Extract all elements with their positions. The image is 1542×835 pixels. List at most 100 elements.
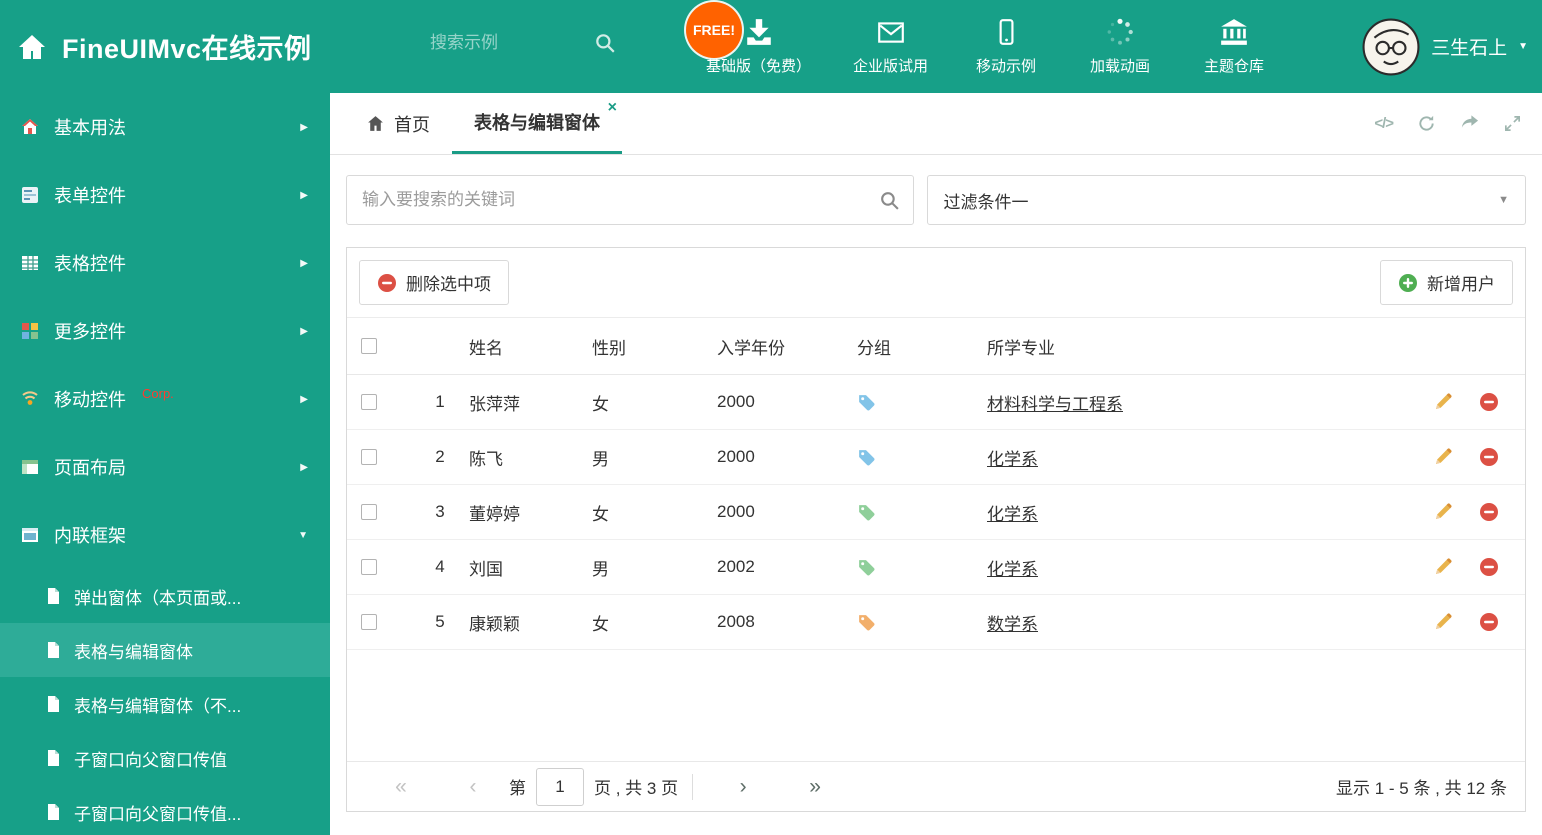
table-row: 3 董婷婷 女 2000 化学系 [347, 485, 1525, 540]
corp-badge: Corp. [142, 385, 174, 401]
major-link[interactable]: 化学系 [987, 450, 1038, 469]
sidebar-subitem-label: 弹出窗体（本页面或... [74, 588, 242, 608]
cell-year: 2002 [717, 557, 755, 576]
sidebar-item-page-layout[interactable]: 页面布局 ▶ [0, 433, 330, 501]
delete-row-icon[interactable] [1479, 447, 1499, 467]
major-link[interactable]: 化学系 [987, 560, 1038, 579]
delete-row-icon[interactable] [1479, 612, 1499, 632]
select-all-checkbox[interactable] [361, 338, 377, 354]
row-checkbox[interactable] [361, 614, 377, 630]
edit-pencil-icon[interactable] [1433, 557, 1453, 577]
chevron-right-icon: ▶ [300, 325, 308, 337]
tab-label: 首页 [394, 114, 430, 135]
sidebar-subitem-popup-window[interactable]: 弹出窗体（本页面或... [0, 569, 330, 623]
delete-row-icon[interactable] [1479, 392, 1499, 412]
home-icon [366, 114, 385, 133]
chevron-right-icon: ▶ [300, 461, 308, 473]
major-link[interactable]: 化学系 [987, 505, 1038, 524]
nav-item-theme-repo[interactable]: 主题仓库 [1198, 17, 1270, 76]
tab-home[interactable]: 首页 [344, 93, 452, 154]
cell-name: 董婷婷 [469, 504, 520, 524]
nav-label: 主题仓库 [1204, 58, 1265, 75]
first-page-button[interactable]: « [365, 775, 437, 799]
table-row: 5 康颖颖 女 2008 数学系 [347, 595, 1525, 650]
major-link[interactable]: 材料科学与工程系 [987, 395, 1123, 414]
sidebar-item-label: 表单控件 [54, 186, 126, 206]
row-checkbox[interactable] [361, 394, 377, 410]
cell-name: 张萍萍 [469, 394, 520, 414]
sidebar-item-inline-frame[interactable]: 内联框架 ▼ [0, 501, 330, 569]
add-user-button[interactable]: 新增用户 [1380, 260, 1513, 305]
grid-panel: 删除选中项 新增用户 姓名 性别 入学年份 分组 所学专业 1 张萍萍 女 20… [346, 247, 1526, 812]
row-index: 5 [435, 612, 445, 631]
user-menu[interactable]: 三生石上 ▼ [1362, 0, 1528, 93]
delete-selected-button[interactable]: 删除选中项 [359, 260, 509, 305]
refresh-icon[interactable] [1417, 114, 1436, 133]
tab-grid-edit-window[interactable]: 表格与编辑窗体 × [452, 93, 622, 154]
table-empty-space [347, 650, 1525, 761]
chevron-right-icon: ▶ [300, 189, 308, 201]
edit-pencil-icon[interactable] [1433, 392, 1453, 412]
brand[interactable]: FineUIMvc在线示例 [16, 0, 312, 93]
cell-name: 陈飞 [469, 449, 503, 469]
edit-pencil-icon[interactable] [1433, 502, 1453, 522]
row-index: 1 [435, 392, 445, 411]
sidebar-subitem-grid-edit-window-2[interactable]: 表格与编辑窗体（不... [0, 677, 330, 731]
sidebar-item-form-controls[interactable]: 表单控件 ▶ [0, 161, 330, 229]
nav-item-loading-animation[interactable]: 加载动画 [1084, 17, 1156, 76]
page-number-input[interactable] [536, 767, 584, 806]
cell-gender: 女 [592, 394, 609, 414]
row-checkbox[interactable] [361, 504, 377, 520]
next-page-button[interactable]: › [707, 775, 779, 799]
page-label-total: 页 , 共 3 页 [594, 779, 679, 798]
expand-icon[interactable] [1503, 114, 1522, 133]
last-page-button[interactable]: » [779, 775, 851, 799]
delete-row-icon[interactable] [1479, 502, 1499, 522]
file-icon [44, 587, 62, 605]
tag-icon [857, 613, 987, 632]
sidebar-subitem-child-to-parent[interactable]: 子窗口向父窗口传值 [0, 731, 330, 785]
sidebar-subitem-grid-edit-window[interactable]: 表格与编辑窗体 [0, 623, 330, 677]
keyword-search-input[interactable] [347, 176, 913, 224]
major-link[interactable]: 数学系 [987, 615, 1038, 634]
edit-pencil-icon[interactable] [1433, 447, 1453, 467]
source-code-icon[interactable]: </> [1374, 115, 1394, 132]
sidebar-item-grid-controls[interactable]: 表格控件 ▶ [0, 229, 330, 297]
cell-year: 2008 [717, 612, 755, 631]
share-icon[interactable] [1460, 114, 1479, 133]
prev-page-button[interactable]: ‹ [437, 775, 509, 799]
page-label-prefix: 第 [509, 779, 526, 798]
chevron-down-icon: ▼ [1498, 193, 1509, 206]
search-icon[interactable] [594, 32, 616, 54]
edit-pencil-icon[interactable] [1433, 612, 1453, 632]
avatar [1362, 18, 1420, 76]
filter-dropdown-value: 过滤条件一 [943, 192, 1029, 212]
sidebar-item-more-controls[interactable]: 更多控件 ▶ [0, 297, 330, 365]
frame-icon [20, 525, 40, 545]
row-checkbox[interactable] [361, 559, 377, 575]
delete-row-icon[interactable] [1479, 557, 1499, 577]
sidebar-item-mobile-controls[interactable]: 移动控件 Corp. ▶ [0, 365, 330, 433]
sidebar-item-label: 更多控件 [54, 322, 126, 342]
close-icon[interactable]: × [608, 100, 617, 116]
sidebar-item-label: 内联框架 [54, 526, 126, 546]
search-icon[interactable] [879, 190, 900, 211]
header-search-input[interactable] [430, 33, 580, 53]
filter-dropdown[interactable]: 过滤条件一 ▼ [926, 175, 1526, 225]
table-row: 4 刘国 男 2002 化学系 [347, 540, 1525, 595]
nav-label: 加载动画 [1090, 58, 1151, 75]
table-header: 姓名 性别 入学年份 分组 所学专业 [347, 318, 1525, 375]
minus-circle-icon [377, 273, 397, 293]
pagination-bar: « ‹ 第 页 , 共 3 页 › » 显示 1 - 5 条 , 共 12 条 [347, 761, 1525, 811]
row-index: 2 [435, 447, 445, 466]
home-icon [20, 117, 40, 137]
nav-item-mobile-demo[interactable]: 移动示例 [970, 17, 1042, 76]
plus-circle-icon [1398, 273, 1418, 293]
envelope-icon [876, 17, 906, 47]
nav-item-enterprise-trial[interactable]: 企业版试用 [853, 17, 928, 76]
sidebar-subitem-child-to-parent-2[interactable]: 子窗口向父窗口传值... [0, 785, 330, 835]
sidebar-item-basic-usage[interactable]: 基本用法 ▶ [0, 93, 330, 161]
tab-bar: 首页 表格与编辑窗体 × </> [330, 93, 1542, 155]
record-summary: 显示 1 - 5 条 , 共 12 条 [1336, 779, 1507, 798]
row-checkbox[interactable] [361, 449, 377, 465]
